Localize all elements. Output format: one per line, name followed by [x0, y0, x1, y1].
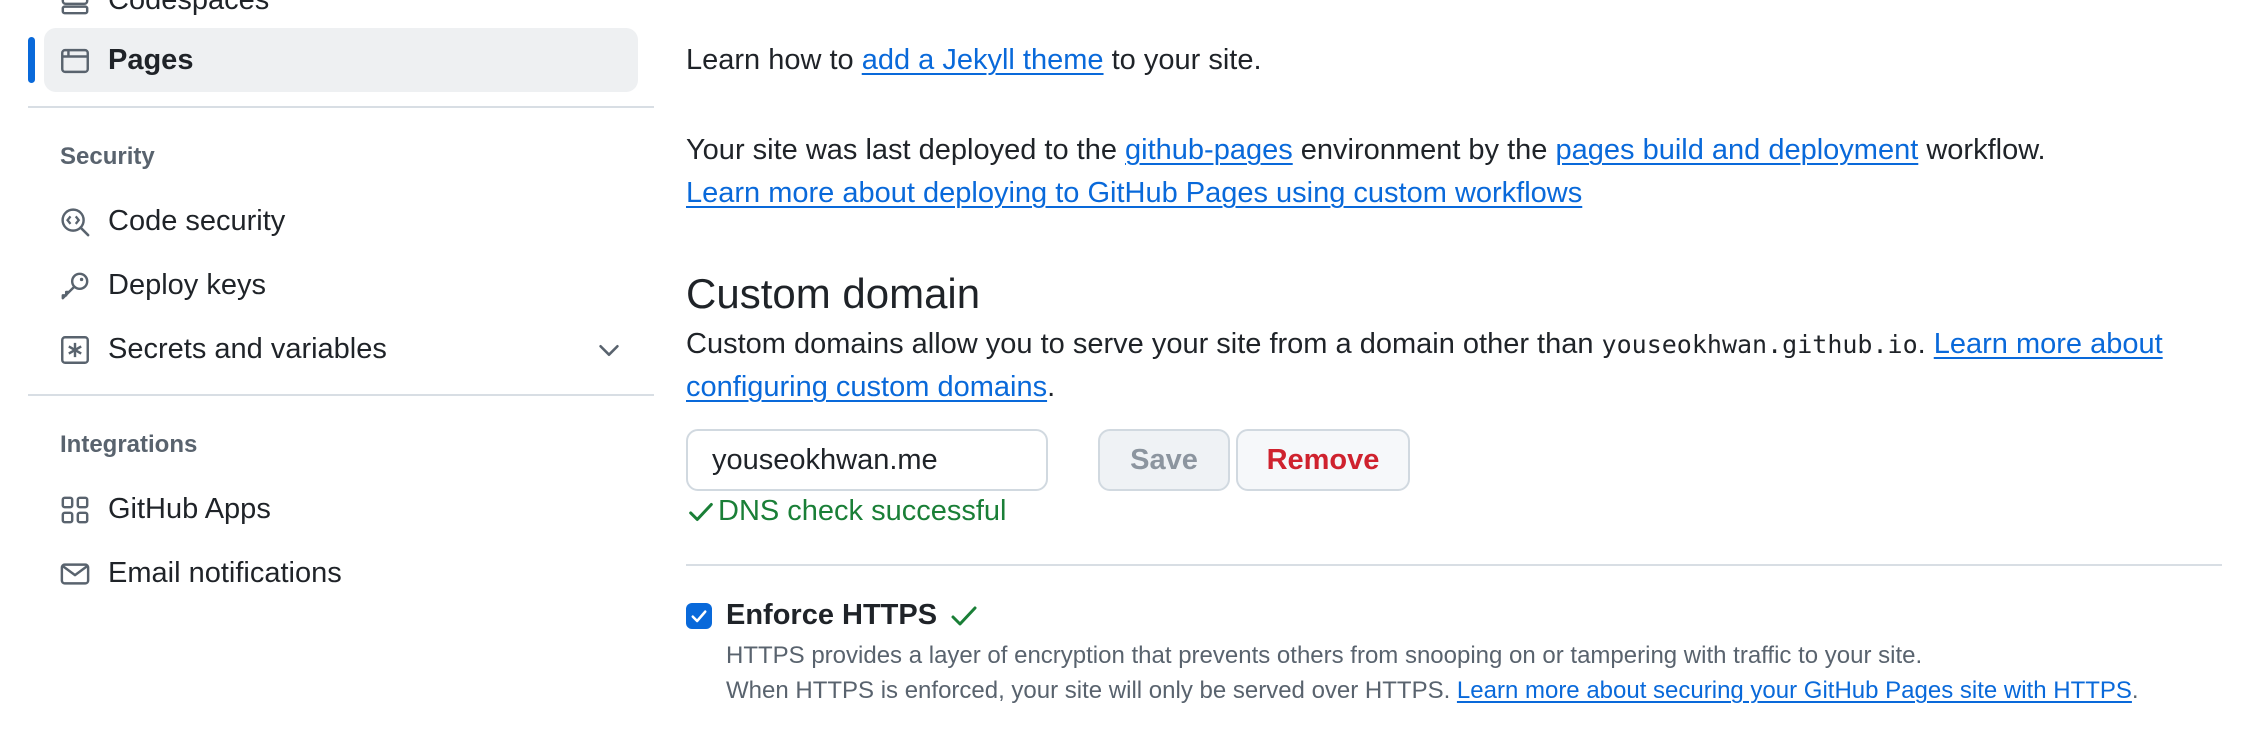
section-title-security: Security [60, 143, 155, 170]
section-divider [686, 564, 2222, 566]
add-jekyll-theme-link[interactable]: add a Jekyll theme [862, 44, 1104, 76]
chevron-down-icon[interactable] [594, 335, 624, 365]
default-domain-code: youseokhwan.github.io [1601, 330, 1918, 359]
save-button[interactable]: Save [1098, 429, 1230, 491]
securing-pages-https-link[interactable]: Learn more about securing your GitHub Pa… [1457, 677, 2132, 704]
enforce-https-checkbox[interactable] [686, 603, 712, 629]
settings-sidebar: Codespaces Pages Security Code security … [0, 0, 660, 750]
sidebar-item-label: Codespaces [108, 0, 269, 17]
text-fragment: . [1917, 328, 1934, 360]
sidebar-item-label: Pages [108, 43, 194, 76]
https-description-line1: HTTPS provides a layer of encryption tha… [726, 642, 1923, 669]
asterisk-box-icon [60, 335, 90, 365]
remove-button[interactable]: Remove [1236, 429, 1410, 491]
pages-build-deployment-link[interactable]: pages build and deployment [1556, 134, 1919, 166]
pages-settings-main: Learn how to add a Jekyll theme to your … [686, 0, 2226, 750]
sidebar-divider [28, 394, 654, 396]
custom-domain-description: Custom domains allow you to serve your s… [686, 328, 2163, 361]
text-fragment: Your site was last deployed to the [686, 134, 1126, 166]
https-description-line2: When HTTPS is enforced, your site will o… [726, 677, 2139, 705]
text-fragment: Custom domains allow you to serve your s… [686, 328, 1602, 360]
mail-icon [60, 559, 90, 589]
sidebar-item-github-apps[interactable]: GitHub Apps [44, 477, 638, 541]
github-pages-environment-link[interactable]: github-pages [1125, 134, 1293, 166]
sidebar-item-code-security[interactable]: Code security [44, 189, 638, 253]
sidebar-item-label: GitHub Apps [108, 492, 271, 525]
deployment-status-text: Your site was last deployed to the githu… [686, 134, 2046, 167]
deploy-learn-more: Learn more about deploying to GitHub Pag… [686, 177, 1582, 210]
text-fragment: to your site. [1103, 44, 1262, 76]
jekyll-theme-text: Learn how to add a Jekyll theme to your … [686, 44, 1262, 77]
text-fragment: Learn how to [686, 44, 862, 76]
text-fragment: environment by the [1292, 134, 1556, 166]
custom-domain-title: Custom domain [686, 270, 981, 317]
code-security-icon [60, 207, 90, 237]
text-fragment: . [1047, 371, 1056, 403]
dns-status-text: DNS check successful [718, 495, 1007, 527]
selected-indicator [28, 37, 35, 83]
sidebar-item-label: Email notifications [108, 556, 342, 589]
text-fragment: . [2131, 677, 2139, 704]
https-enabled-check-icon [948, 600, 980, 637]
check-icon [686, 496, 718, 528]
sidebar-item-label: Secrets and variables [108, 332, 387, 365]
sidebar-item-email-notifications[interactable]: Email notifications [44, 541, 638, 605]
custom-workflows-learn-more-link[interactable]: Learn more about deploying to GitHub Pag… [686, 177, 1582, 209]
custom-domains-learn-more-link-cont[interactable]: configuring custom domains [686, 371, 1047, 403]
sidebar-item-pages[interactable]: Pages [44, 28, 638, 92]
custom-domains-learn-more-link[interactable]: Learn more about [1934, 328, 2163, 360]
text-fragment: When HTTPS is enforced, your site will o… [726, 677, 1457, 704]
key-icon [60, 271, 90, 301]
checkbox-check-icon [691, 610, 707, 623]
enforce-https-label[interactable]: Enforce HTTPS [726, 599, 937, 632]
sidebar-item-label: Code security [108, 204, 286, 237]
apps-grid-icon [60, 495, 90, 525]
codespaces-icon [60, 0, 90, 16]
sidebar-item-secrets-and-variables[interactable]: Secrets and variables [44, 317, 638, 381]
sidebar-item-deploy-keys[interactable]: Deploy keys [44, 253, 638, 317]
section-title-integrations: Integrations [60, 431, 198, 458]
text-fragment: workflow. [1918, 134, 2046, 166]
custom-domain-description-line2: configuring custom domains. [686, 371, 1055, 404]
sidebar-item-label: Deploy keys [108, 268, 266, 301]
dns-check-status: DNS check successful [686, 495, 1007, 528]
custom-domain-input[interactable] [686, 429, 1048, 491]
browser-icon [60, 46, 90, 76]
sidebar-divider [28, 106, 654, 108]
